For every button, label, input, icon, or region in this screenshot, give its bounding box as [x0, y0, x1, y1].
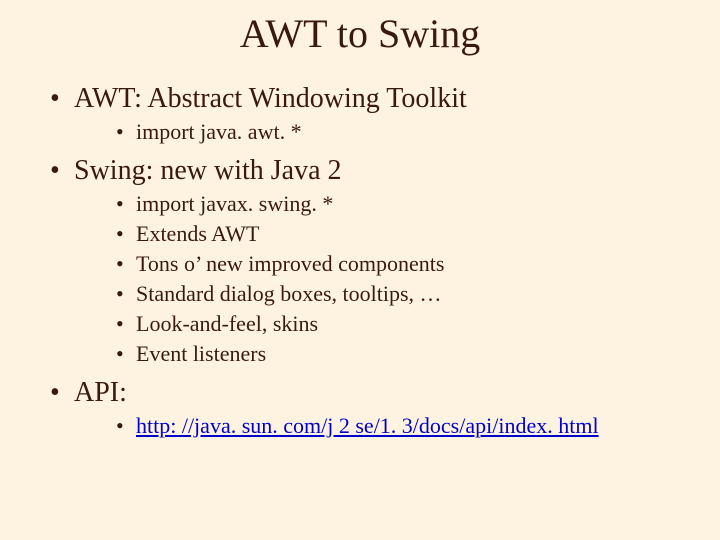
- list-item: • Look-and-feel, skins: [116, 311, 700, 337]
- bullet-swing-label: Swing: new with Java 2: [74, 155, 342, 187]
- api-subitems: • http: //java. sun. com/j 2 se/1. 3/doc…: [20, 413, 700, 439]
- bullet-dot-icon: •: [116, 311, 136, 337]
- bullet-dot-icon: •: [116, 281, 136, 307]
- slide: AWT to Swing • AWT: Abstract Windowing T…: [0, 0, 720, 540]
- bullet-awt: • AWT: Abstract Windowing Toolkit: [50, 83, 700, 115]
- bullet-api-label: API:: [74, 377, 127, 409]
- slide-title: AWT to Swing: [20, 10, 700, 57]
- bullet-api: • API:: [50, 377, 700, 409]
- bullet-dot-icon: •: [116, 413, 136, 439]
- awt-subitems: • import java. awt. *: [20, 119, 700, 145]
- list-item: • import java. awt. *: [116, 119, 700, 145]
- bullet-dot-icon: •: [116, 341, 136, 367]
- list-item: • Extends AWT: [116, 221, 700, 247]
- list-item: • Tons o’ new improved components: [116, 251, 700, 277]
- list-item: • http: //java. sun. com/j 2 se/1. 3/doc…: [116, 413, 700, 439]
- list-item: • Event listeners: [116, 341, 700, 367]
- bullet-dot-icon: •: [116, 251, 136, 277]
- list-item-label: Event listeners: [136, 341, 266, 367]
- api-link[interactable]: http: //java. sun. com/j 2 se/1. 3/docs/…: [136, 413, 599, 439]
- bullet-awt-label: AWT: Abstract Windowing Toolkit: [74, 83, 467, 115]
- list-item-label: Look-and-feel, skins: [136, 311, 318, 337]
- list-item-label: import java. awt. *: [136, 119, 302, 145]
- bullet-swing: • Swing: new with Java 2: [50, 155, 700, 187]
- bullet-dot-icon: •: [116, 221, 136, 247]
- bullet-dot-icon: •: [116, 191, 136, 217]
- bullet-dot-icon: •: [50, 155, 74, 187]
- list-item: • import javax. swing. *: [116, 191, 700, 217]
- bullet-dot-icon: •: [50, 377, 74, 409]
- list-item-label: Tons o’ new improved components: [136, 251, 444, 277]
- bullet-dot-icon: •: [50, 83, 74, 115]
- bullet-dot-icon: •: [116, 119, 136, 145]
- list-item-label: Extends AWT: [136, 221, 260, 247]
- list-item-label: import javax. swing. *: [136, 191, 333, 217]
- list-item-label: Standard dialog boxes, tooltips, …: [136, 281, 442, 307]
- swing-subitems: • import javax. swing. * • Extends AWT •…: [20, 191, 700, 367]
- list-item: • Standard dialog boxes, tooltips, …: [116, 281, 700, 307]
